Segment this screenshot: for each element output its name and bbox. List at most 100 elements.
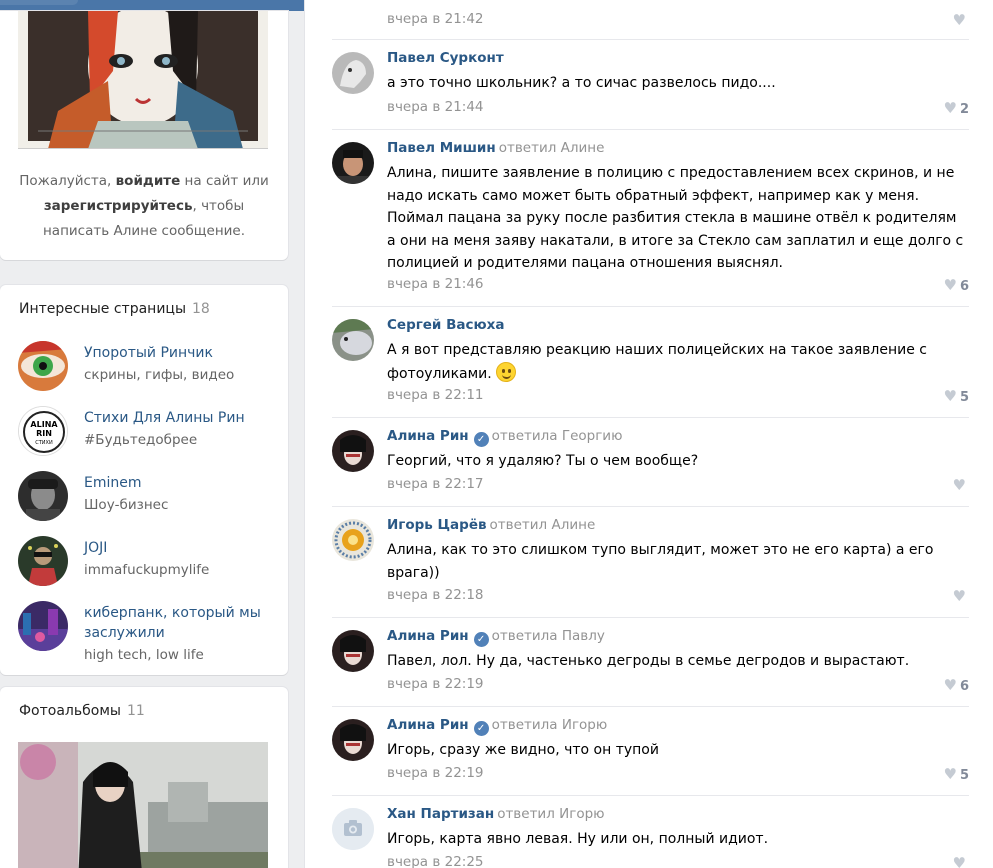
reply-to[interactable]: ответил Алине (490, 517, 596, 533)
reply-to[interactable]: ответила Павлу (492, 628, 605, 644)
comment-time[interactable]: вчера в 22:18 (387, 587, 484, 603)
logo-text-2: RIN (36, 429, 52, 438)
like-button[interactable]: ♥ 6 (944, 276, 970, 294)
register-link[interactable]: зарегистрируйтесь (44, 198, 193, 214)
comment-item: Игорь Царёв ответил Алине Алина, как то э… (332, 507, 969, 618)
author-name[interactable]: Алина Рин (387, 717, 469, 733)
author-name[interactable]: Павел Мишин (387, 140, 496, 156)
comment-author[interactable]: Игорь Царёв ответил Алине (387, 517, 595, 533)
interesting-pages-count: 18 (192, 301, 210, 317)
comment-time[interactable]: вчера в 22:11 (387, 387, 484, 403)
page-name[interactable]: киберпанк, который мы заслужили (84, 603, 274, 643)
comment-time[interactable]: вчера в 21:46 (387, 276, 484, 292)
author-name[interactable]: Хан Партизан (387, 806, 494, 822)
comment-time[interactable]: вчера в 22:25 (387, 854, 484, 868)
heart-icon: ♥ (943, 387, 957, 405)
login-prompt: Пожалуйста, войдите на сайт или зарегист… (0, 169, 288, 244)
avatar[interactable] (332, 519, 374, 561)
heart-icon: ♥ (943, 676, 957, 694)
avatar[interactable] (332, 719, 374, 761)
like-button[interactable]: ♥ (953, 854, 969, 868)
page-name[interactable]: Стихи Для Алины Рин (84, 408, 274, 428)
like-button[interactable]: ♥ 5 (944, 387, 970, 405)
like-count: 2 (959, 102, 969, 117)
comment-time[interactable]: вчера в 21:44 (387, 99, 484, 115)
page-name[interactable]: Eminem (84, 473, 274, 493)
comment-item: Алина Рин ✓ ответила Павлу Павел, лол. Ну … (332, 618, 969, 707)
verified-icon: ✓ (473, 632, 489, 647)
comment-author[interactable]: Павел Мишин ответил Алине (387, 140, 604, 156)
comment-time[interactable]: вчера в 22:17 (387, 476, 484, 492)
avatar[interactable] (332, 52, 374, 94)
page-name[interactable]: JOJI (84, 538, 274, 558)
interesting-pages-title: Интересные страницы (19, 301, 187, 317)
login-middle: на сайт или (180, 173, 269, 189)
page-name[interactable]: Упоротый Ринчик (84, 343, 274, 363)
heart-icon: ♥ (952, 854, 966, 868)
like-button[interactable]: ♥ 5 (944, 765, 970, 783)
comment-item: Алина Рин ✓ ответила Игорю Игорь, сразу же… (332, 707, 969, 796)
comment-text: Игорь, карта явно левая. Ну или он, полн… (387, 831, 769, 847)
logo-text-3: СТИХИ (35, 440, 53, 446)
page-item-cyberpunk[interactable]: киберпанк, который мы заслужили high tec… (18, 601, 278, 663)
page-desc: high tech, low life (84, 647, 204, 663)
heart-icon: ♥ (952, 476, 966, 494)
page-desc: #Будьтедобрее (84, 432, 198, 448)
reply-to[interactable]: ответила Георгию (492, 428, 623, 444)
avatar[interactable] (332, 808, 374, 850)
author-name[interactable]: Алина Рин (387, 628, 469, 644)
reply-to[interactable]: ответил Игорю (497, 806, 604, 822)
page-item-joji[interactable]: JOJI immafuckupmylife (18, 536, 278, 596)
reply-to[interactable]: ответила Игорю (492, 717, 608, 733)
page-item-eminem[interactable]: Eminem Шоу-бизнес (18, 471, 278, 531)
comment-time[interactable]: вчера в 22:19 (387, 765, 484, 781)
comment-author[interactable]: Хан Партизан ответил Игорю (387, 806, 605, 822)
heart-icon: ♥ (943, 99, 957, 117)
like-button[interactable]: ♥ (953, 587, 969, 605)
photo-albums-title: Фотоальбомы (19, 703, 121, 719)
page-avatar (18, 601, 68, 651)
page-avatar: ALINA RIN СТИХИ (18, 406, 68, 456)
interesting-pages-card: Интересные страницы 18 Упоротый Ринчик ск… (0, 285, 288, 675)
logo-text-1: ALINA (30, 420, 58, 429)
avatar[interactable] (332, 430, 374, 472)
like-button[interactable]: ♥ 2 (944, 99, 970, 117)
header-logo-area[interactable] (0, 0, 78, 5)
page-avatar (18, 536, 68, 586)
login-suffix: , чтобы (192, 198, 245, 214)
reply-to[interactable]: ответил Алине (499, 140, 605, 156)
avatar[interactable] (332, 630, 374, 672)
camera-icon (332, 808, 374, 850)
avatar[interactable] (332, 319, 374, 361)
comment-time[interactable]: вчера в 21:42 (387, 11, 484, 27)
like-button[interactable]: ♥ 6 (944, 676, 970, 694)
comment-text: А я вот представляю реакцию наших полице… (387, 342, 927, 382)
author-name[interactable]: Павел Сурконт (387, 50, 504, 66)
like-button[interactable]: ♥ (953, 476, 969, 494)
heart-icon: ♥ (952, 587, 966, 605)
comment-item: Павел Мишин ответил Алине Алина, пишите з… (332, 130, 969, 307)
author-name[interactable]: Игорь Царёв (387, 517, 487, 533)
page-item-stihi-alina-rin[interactable]: ALINA RIN СТИХИ Стихи Для Алины Рин #Буд… (18, 406, 278, 466)
comment-text: Павел, лол. Ну да, частенько дегроды в с… (387, 653, 910, 669)
page-item-uporotyi-rinchik[interactable]: Упоротый Ринчик скрины, гифы, видео (18, 341, 278, 401)
comment-time[interactable]: вчера в 22:19 (387, 676, 484, 692)
interesting-pages-header[interactable]: Интересные страницы 18 (19, 301, 210, 317)
comment-author[interactable]: Алина Рин ✓ ответила Павлу (387, 628, 605, 647)
comment-author[interactable]: Алина Рин ✓ ответила Игорю (387, 717, 607, 736)
photo-albums-card: Фотоальбомы 11 (0, 687, 288, 868)
profile-photo[interactable] (18, 11, 268, 149)
comment-text: Алина, пишите заявление в полицию с пред… (387, 165, 964, 271)
comment-author[interactable]: Павел Сурконт (387, 50, 504, 66)
comment-author[interactable]: Сергей Васюха (387, 317, 504, 333)
login-link[interactable]: войдите (116, 173, 181, 189)
comment-author[interactable]: Алина Рин ✓ ответила Георгию (387, 428, 622, 447)
author-name[interactable]: Сергей Васюха (387, 317, 504, 333)
heart-icon: ♥ (952, 11, 966, 29)
photo-albums-header[interactable]: Фотоальбомы 11 (19, 703, 145, 719)
album-cover-photo[interactable] (18, 742, 268, 868)
verified-icon: ✓ (473, 721, 489, 736)
author-name[interactable]: Алина Рин (387, 428, 469, 444)
like-button[interactable]: ♥ (953, 11, 969, 29)
avatar[interactable] (332, 142, 374, 184)
